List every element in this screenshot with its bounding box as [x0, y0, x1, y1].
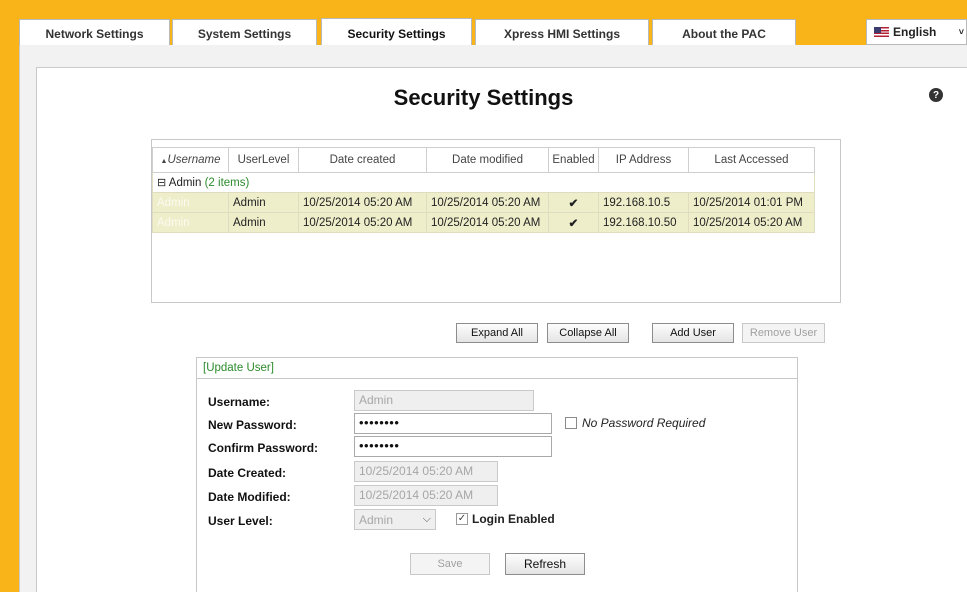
column-header-userlevel[interactable]: UserLevel	[228, 147, 299, 173]
date-created-label: Date Created:	[208, 466, 287, 480]
collapse-group-icon[interactable]: ⊟	[157, 177, 166, 189]
language-label: English	[893, 25, 937, 39]
tab-security-settings[interactable]: Security Settings	[321, 18, 472, 48]
tab-about-the-pac[interactable]: About the PAC	[652, 19, 796, 47]
table-header-row: ▲Username UserLevel Date created Date mo…	[152, 147, 815, 173]
form-legend: [Update User]	[197, 358, 797, 379]
chevron-down-icon: ⌵	[422, 513, 431, 525]
no-password-required-label: No Password Required	[582, 416, 706, 430]
tab-system-settings[interactable]: System Settings	[172, 19, 317, 47]
cell-date-modified: 10/25/2014 05:20 AM	[426, 212, 549, 233]
cell-userlevel: Admin	[228, 212, 299, 233]
login-enabled-checkbox[interactable]: ✓	[456, 513, 468, 525]
column-header-last-accessed[interactable]: Last Accessed	[688, 147, 815, 173]
enabled-check-icon: ✔	[548, 192, 599, 213]
cell-last-accessed: 10/25/2014 01:01 PM	[688, 192, 815, 213]
group-label: Admin	[168, 177, 202, 189]
cell-username: Admin	[152, 212, 229, 233]
cell-last-accessed: 10/25/2014 05:20 AM	[688, 212, 815, 233]
cell-ip-address: 192.168.10.5	[598, 192, 689, 213]
cell-date-modified: 10/25/2014 05:20 AM	[426, 192, 549, 213]
confirm-password-field[interactable]: ••••••••	[354, 436, 552, 457]
group-row-admin: ⊟ Admin (2 items)	[152, 172, 815, 193]
expand-all-button[interactable]: Expand All	[456, 323, 538, 343]
page-title: Security Settings	[393, 85, 574, 110]
user-level-select[interactable]: Admin ⌵	[354, 509, 436, 530]
us-flag-icon	[874, 27, 889, 37]
column-header-date-modified[interactable]: Date modified	[426, 147, 549, 173]
column-header-enabled[interactable]: Enabled	[548, 147, 599, 173]
users-table: ▲Username UserLevel Date created Date mo…	[152, 147, 815, 233]
tab-network-settings[interactable]: Network Settings	[19, 19, 170, 47]
new-password-label: New Password:	[208, 418, 297, 432]
column-header-username[interactable]: ▲Username	[152, 147, 229, 173]
column-header-ip-address[interactable]: IP Address	[598, 147, 689, 173]
remove-user-button[interactable]: Remove User	[742, 323, 825, 343]
refresh-button[interactable]: Refresh	[505, 553, 585, 575]
date-modified-field[interactable]: 10/25/2014 05:20 AM	[354, 485, 498, 506]
table-row[interactable]: Admin Admin 10/25/2014 05:20 AM 10/25/20…	[152, 212, 815, 233]
users-grid: ▲Username UserLevel Date created Date mo…	[151, 139, 841, 303]
user-level-value: Admin	[359, 512, 394, 527]
confirm-password-label: Confirm Password:	[208, 441, 319, 455]
new-password-field[interactable]: ••••••••	[354, 413, 552, 434]
cell-username: Admin	[152, 192, 229, 213]
cell-date-created: 10/25/2014 05:20 AM	[298, 212, 427, 233]
chevron-down-icon: ˅	[958, 27, 964, 37]
collapse-all-button[interactable]: Collapse All	[547, 323, 629, 343]
cell-date-created: 10/25/2014 05:20 AM	[298, 192, 427, 213]
cell-ip-address: 192.168.10.50	[598, 212, 689, 233]
login-enabled-label: Login Enabled	[472, 512, 555, 526]
table-row[interactable]: Admin Admin 10/25/2014 05:20 AM 10/25/20…	[152, 192, 815, 213]
cell-userlevel: Admin	[228, 192, 299, 213]
username-label: Username:	[208, 395, 271, 409]
user-level-label: User Level:	[208, 514, 273, 528]
enabled-check-icon: ✔	[548, 212, 599, 233]
date-modified-label: Date Modified:	[208, 490, 291, 504]
column-header-date-created[interactable]: Date created	[298, 147, 427, 173]
date-created-field[interactable]: 10/25/2014 05:20 AM	[354, 461, 498, 482]
tab-xpress-hmi-settings[interactable]: Xpress HMI Settings	[475, 19, 649, 47]
save-button[interactable]: Save	[410, 553, 490, 575]
add-user-button[interactable]: Add User	[652, 323, 734, 343]
help-icon[interactable]: ?	[929, 88, 943, 102]
username-field[interactable]: Admin	[354, 390, 534, 411]
group-count: (2 items)	[204, 177, 250, 189]
no-password-required-checkbox[interactable]	[565, 417, 577, 429]
language-selector[interactable]: English ˅	[866, 19, 967, 45]
